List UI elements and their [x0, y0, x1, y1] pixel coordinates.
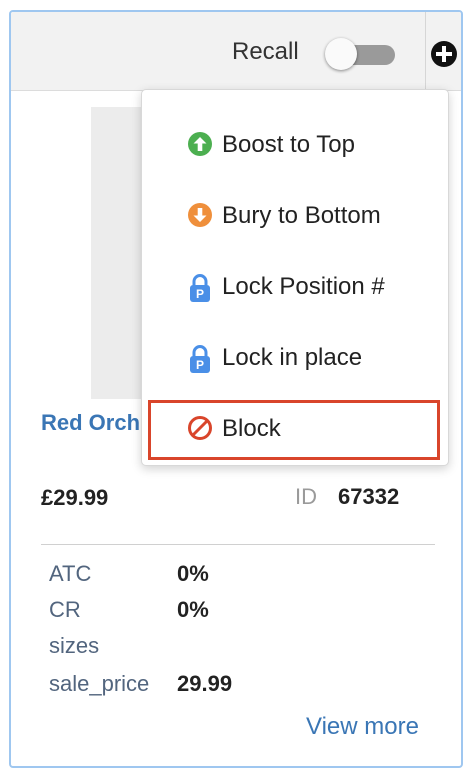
- block-icon: [187, 415, 213, 443]
- recall-label: Recall: [232, 38, 299, 65]
- stat-key-atc: ATC: [49, 561, 92, 586]
- menu-item-lock-in-place[interactable]: P Lock in place: [142, 333, 448, 383]
- stat-key-cr: CR: [49, 597, 81, 622]
- padlock-icon: P: [187, 344, 213, 373]
- toggle-knob: [325, 38, 357, 70]
- product-price: £29.99: [41, 485, 109, 510]
- menu-item-label: Lock in place: [222, 344, 363, 371]
- menu-item-label: Block: [222, 415, 281, 442]
- menu-item-bury-to-bottom[interactable]: Bury to Bottom: [142, 191, 448, 241]
- menu-item-lock-position[interactable]: P Lock Position #: [142, 262, 448, 312]
- section-divider: [41, 544, 435, 545]
- stat-value-atc: 0%: [177, 561, 209, 586]
- product-title[interactable]: Red Orch: [41, 410, 140, 436]
- svg-text:P: P: [196, 287, 204, 301]
- padlock-icon: P: [187, 273, 213, 302]
- product-card: Recall Red Orch £29.99 ID 67332 ATC 0% C…: [9, 10, 463, 768]
- plus-circle-icon: [431, 41, 457, 67]
- arrow-down-circle-icon: [187, 202, 213, 230]
- menu-item-boost-to-top[interactable]: Boost to Top: [142, 120, 448, 170]
- menu-item-label: Bury to Bottom: [222, 202, 381, 229]
- menu-item-label: Lock Position #: [222, 273, 385, 300]
- svg-text:P: P: [196, 358, 204, 372]
- stat-value-cr: 0%: [177, 597, 209, 622]
- stat-value-sale-price: 29.99: [177, 671, 233, 696]
- menu-item-label: Boost to Top: [222, 131, 355, 158]
- recall-toggle[interactable]: [325, 38, 395, 70]
- view-more-link[interactable]: View more: [306, 713, 419, 741]
- add-action-button[interactable]: [430, 40, 458, 68]
- menu-item-block[interactable]: Block: [142, 404, 448, 454]
- stat-key-sizes: sizes: [49, 633, 100, 658]
- id-label: ID: [295, 484, 317, 509]
- arrow-up-circle-icon: [187, 131, 213, 159]
- action-dropdown-menu: Boost to Top Bury to Bottom P Lock Posit…: [141, 89, 449, 466]
- stat-key-sale-price: sale_price: [49, 671, 150, 696]
- id-value: 67332: [338, 484, 400, 509]
- toolbar-divider: [425, 12, 426, 90]
- card-toolbar: Recall: [11, 12, 461, 91]
